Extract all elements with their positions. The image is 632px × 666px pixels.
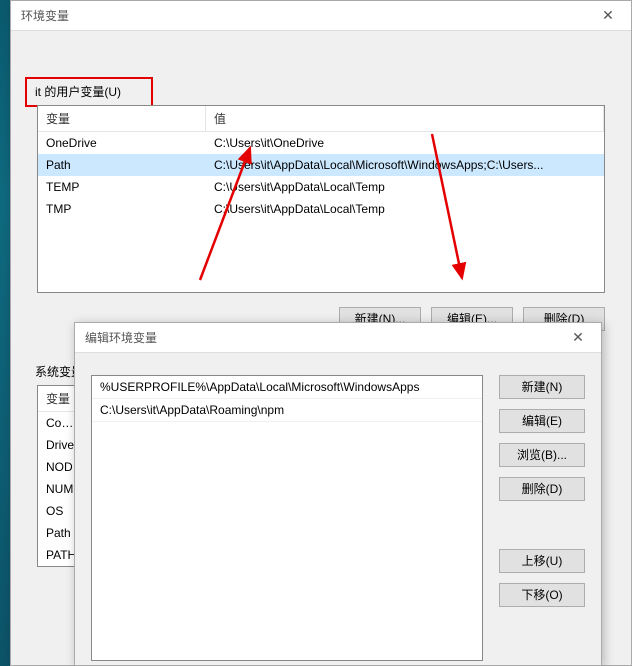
move-down-button[interactable]: 下移(O)	[499, 583, 585, 607]
cell-var: TMP	[38, 200, 206, 218]
col-header-variable[interactable]: 变量	[38, 106, 206, 131]
cell-val: C:\Users\it\AppData\Local\Temp	[206, 178, 604, 196]
close-icon[interactable]: ✕	[563, 329, 593, 346]
table-row[interactable]: TMPC:\Users\it\AppData\Local\Temp	[38, 198, 604, 220]
table-row[interactable]: TEMPC:\Users\it\AppData\Local\Temp	[38, 176, 604, 198]
table-row[interactable]: OneDriveC:\Users\it\OneDrive	[38, 132, 604, 154]
user-vars-listview[interactable]: 变量 值 OneDriveC:\Users\it\OneDrivePathC:\…	[37, 105, 605, 293]
cell-val: C:\Users\it\AppData\Local\Temp	[206, 200, 604, 218]
user-vars-group-label: it 的用户变量(U)	[31, 83, 125, 100]
titlebar[interactable]: 环境变量 ✕	[11, 1, 631, 31]
dialog-body: %USERPROFILE%\AppData\Local\Microsoft\Wi…	[75, 353, 601, 665]
cell-val: C:\Users\it\OneDrive	[206, 134, 604, 152]
new-button[interactable]: 新建(N)	[499, 375, 585, 399]
titlebar[interactable]: 编辑环境变量 ✕	[75, 323, 601, 353]
cell-var: TEMP	[38, 178, 206, 196]
dialog-title: 编辑环境变量	[85, 329, 157, 346]
close-icon[interactable]: ✕	[593, 7, 623, 24]
edit-buttons-column: 新建(N) 编辑(E) 浏览(B)... 删除(D) 上移(U) 下移(O)	[499, 375, 585, 665]
listview-header: 变量 值	[38, 106, 604, 132]
table-row[interactable]: PathC:\Users\it\AppData\Local\Microsoft\…	[38, 154, 604, 176]
list-item[interactable]: C:\Users\it\AppData\Roaming\npm	[92, 399, 482, 422]
user-vars-section: 变量 值 OneDriveC:\Users\it\OneDrivePathC:\…	[37, 105, 605, 331]
cell-var: OneDrive	[38, 134, 206, 152]
edit-env-var-dialog: 编辑环境变量 ✕ %USERPROFILE%\AppData\Local\Mic…	[74, 322, 602, 666]
list-item[interactable]: %USERPROFILE%\AppData\Local\Microsoft\Wi…	[92, 376, 482, 399]
dialog-title: 环境变量	[21, 7, 69, 24]
col-header-value[interactable]: 值	[206, 106, 604, 131]
move-up-button[interactable]: 上移(U)	[499, 549, 585, 573]
edit-button[interactable]: 编辑(E)	[499, 409, 585, 433]
path-entries-listbox[interactable]: %USERPROFILE%\AppData\Local\Microsoft\Wi…	[91, 375, 483, 661]
cell-var: Path	[38, 156, 206, 174]
browse-button[interactable]: 浏览(B)...	[499, 443, 585, 467]
delete-button[interactable]: 删除(D)	[499, 477, 585, 501]
spacer	[499, 511, 585, 539]
cell-val: C:\Users\it\AppData\Local\Microsoft\Wind…	[206, 156, 604, 174]
